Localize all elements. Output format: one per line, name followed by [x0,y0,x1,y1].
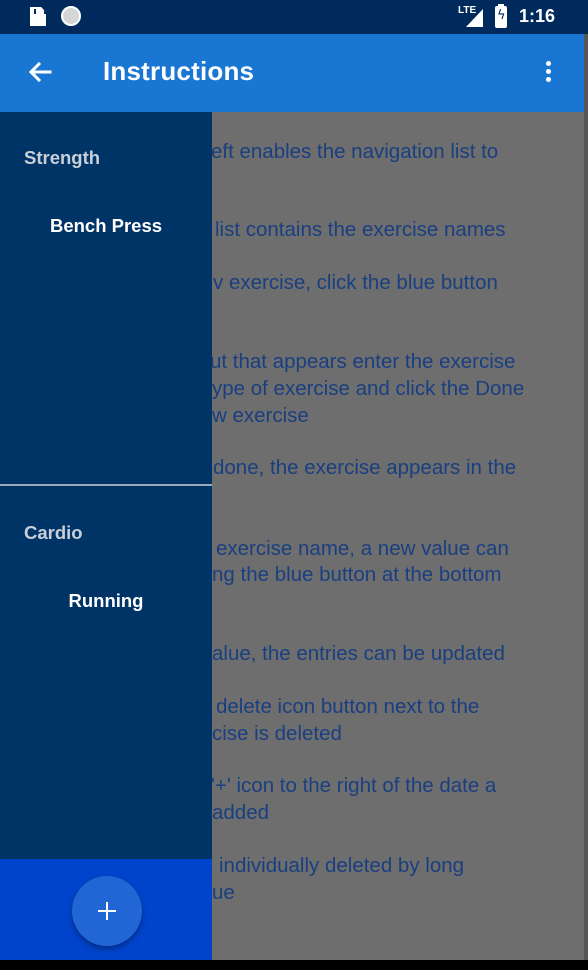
drawer-divider [0,484,212,486]
sync-icon [61,6,81,26]
status-bar: LTE 1:16 [0,0,588,34]
instruction-line: list contains the exercise names [215,218,506,241]
instruction-line: ng the blue button at the bottom [212,563,502,586]
add-exercise-button[interactable] [72,876,142,946]
drawer-section-cardio: Cardio [24,522,83,543]
instruction-line: individually deleted by long [219,854,465,877]
instruction-line: done, the exercise appears in the [213,456,517,479]
drawer-item-bench-press[interactable]: Bench Press [0,215,212,237]
system-nav-bar [0,960,588,970]
more-vert-icon[interactable] [536,58,560,88]
instruction-line: '+' icon to the right of the date a [211,774,497,797]
instruction-line: v exercise, click the blue button [213,271,498,294]
instruction-line: added [212,801,270,824]
instruction-line: eft enables the navigation list to [211,140,499,163]
status-time: 1:16 [519,6,556,26]
drawer-item-running[interactable]: Running [0,590,212,612]
instruction-line: cise is deleted [212,722,342,745]
sd-card-icon [30,7,46,26]
instruction-line: ype of exercise and click the Done [212,377,525,400]
instruction-line: alue, the entries can be updated [212,642,505,665]
instruction-line: exercise name, a new value can [216,537,509,560]
page-title: Instructions [103,56,255,86]
instruction-line: ue [212,881,235,904]
app-bar: Instructions [0,34,584,112]
instruction-line: w exercise [212,404,309,427]
screen-edge [584,34,588,970]
signal-icon [466,9,483,27]
plus-icon-stroke [106,902,108,920]
back-arrow-icon[interactable] [24,56,56,88]
instruction-line: delete icon button next to the [216,695,480,718]
navigation-drawer: Strength Bench Press Cardio Running [0,112,212,960]
drawer-section-strength: Strength [24,147,101,168]
screen: LTE 1:16 Instructions eft enables the na… [0,0,588,970]
battery-charging-icon [495,4,507,28]
instruction-line: ut that appears enter the exercise [210,350,516,373]
